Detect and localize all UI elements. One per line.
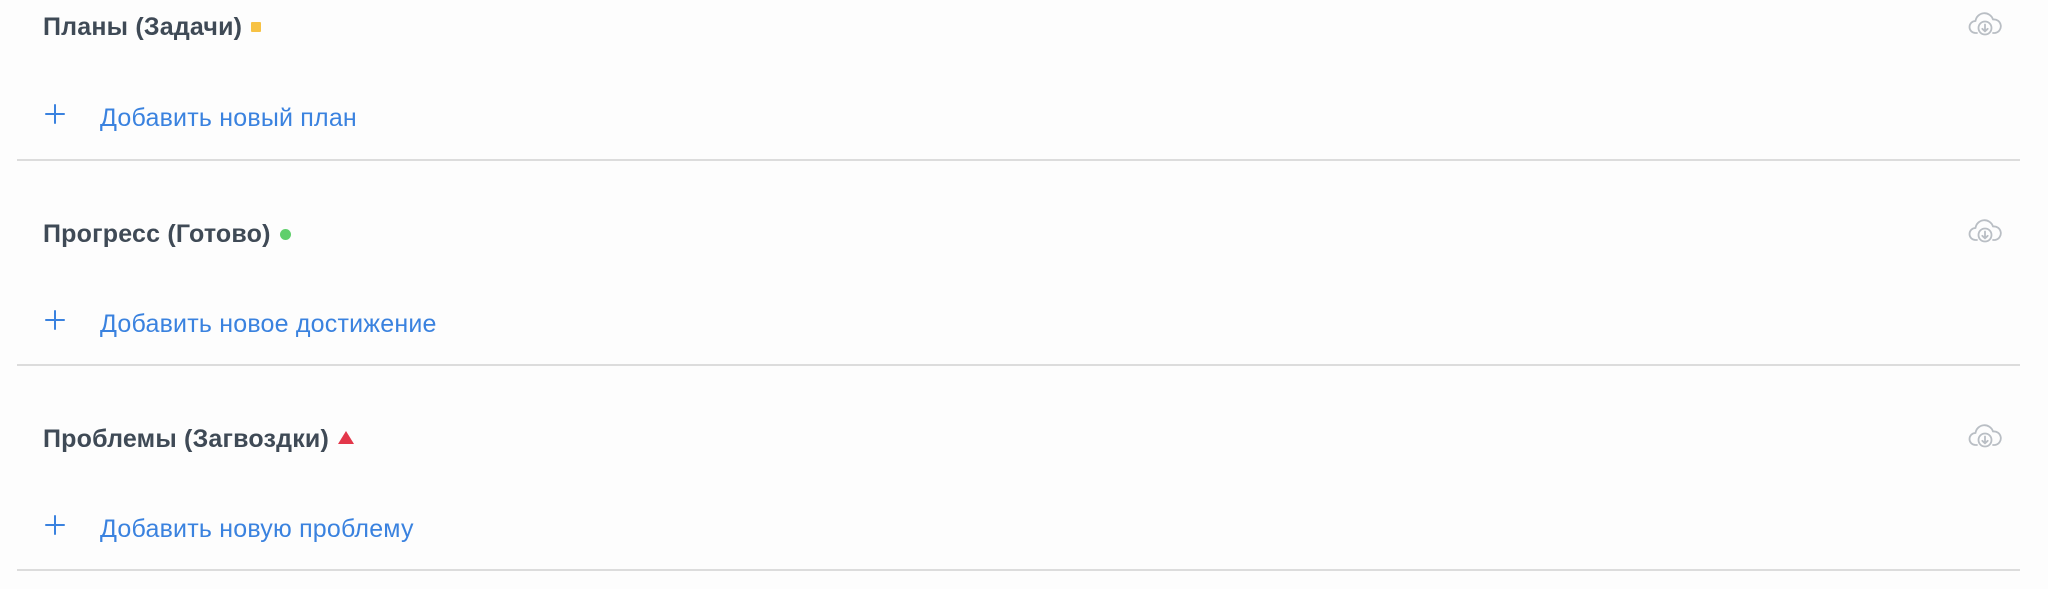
section-problems: Проблемы (Загвоздки) Добавить новую проб… <box>17 366 2020 571</box>
status-square-icon <box>251 22 262 32</box>
section-title-wrap: Планы (Задачи) <box>43 9 262 45</box>
add-plan-label: Добавить новый план <box>100 103 357 132</box>
section-title: Проблемы (Загвоздки) <box>43 424 330 453</box>
section-title-wrap: Проблемы (Загвоздки) <box>43 421 355 457</box>
add-achievement-label: Добавить новое достижение <box>100 309 437 338</box>
cloud-download-icon[interactable] <box>1968 218 2002 246</box>
add-problem-label: Добавить новую проблему <box>100 514 414 543</box>
section-title: Планы (Задачи) <box>43 12 243 41</box>
plus-icon <box>43 102 67 126</box>
section-title-wrap: Прогресс (Готово) <box>43 216 291 252</box>
cloud-download-icon[interactable] <box>1968 11 2002 39</box>
section-header: Прогресс (Готово) <box>17 216 2020 252</box>
add-achievement-button[interactable]: Добавить новое достижение <box>43 304 437 344</box>
section-plans: Планы (Задачи) Добавить новый план <box>17 0 2020 161</box>
add-plan-button[interactable]: Добавить новый план <box>43 98 357 138</box>
status-dot-icon <box>279 228 291 240</box>
status-triangle-icon <box>338 431 355 444</box>
plus-icon <box>43 513 67 537</box>
section-progress: Прогресс (Готово) Добавить новое достиже… <box>17 161 2020 366</box>
section-title: Прогресс (Готово) <box>43 219 271 248</box>
section-header: Планы (Задачи) <box>17 9 2020 45</box>
add-problem-button[interactable]: Добавить новую проблему <box>43 509 414 549</box>
section-header: Проблемы (Загвоздки) <box>17 421 2020 457</box>
standup-sections: Планы (Задачи) Добавить новый план Прогр… <box>0 0 2048 589</box>
cloud-download-icon[interactable] <box>1968 423 2002 451</box>
plus-icon <box>43 308 67 332</box>
